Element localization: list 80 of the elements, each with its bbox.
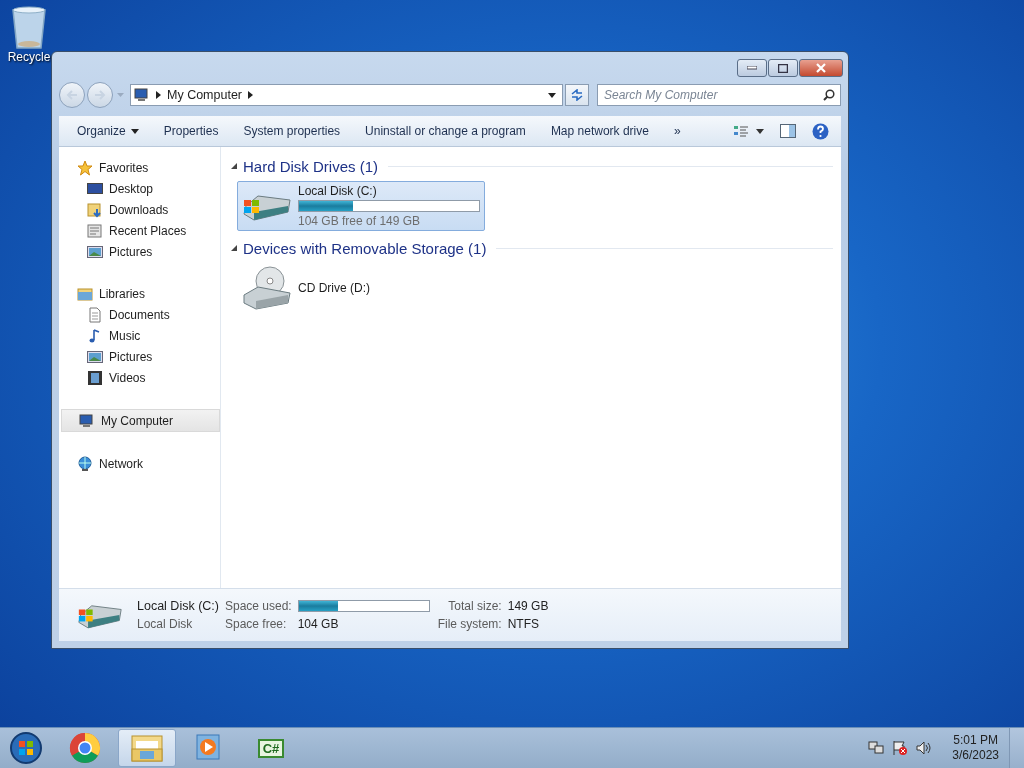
- maximize-button[interactable]: [768, 59, 798, 77]
- field-value: 149 GB: [507, 599, 549, 613]
- maximize-icon: [778, 63, 788, 73]
- toolbar-button[interactable]: Uninstall or change a program: [355, 124, 536, 138]
- close-button[interactable]: [799, 59, 843, 77]
- forward-arrow-icon: [93, 89, 107, 101]
- refresh-button[interactable]: [565, 84, 589, 106]
- search-icon: [823, 89, 835, 101]
- star-icon: [77, 159, 93, 176]
- nav-item[interactable]: Pictures: [59, 241, 220, 262]
- search-field[interactable]: Search My Computer: [597, 84, 841, 106]
- picture-icon: [87, 348, 103, 365]
- computer-icon: [79, 412, 95, 429]
- breadcrumb-arrow-icon[interactable]: [156, 91, 161, 99]
- flag-icon[interactable]: [892, 740, 909, 756]
- field-label: Space free:: [224, 617, 288, 631]
- drive-name: CD Drive (D:): [298, 281, 371, 295]
- group-header[interactable]: Hard Disk Drives (1): [243, 157, 378, 175]
- document-icon: [87, 306, 103, 323]
- film-icon: [87, 369, 103, 386]
- free-space-text: 104 GB free of 149 GB: [298, 214, 422, 228]
- field-label: Space used:: [224, 599, 292, 613]
- nav-item[interactable]: Libraries: [59, 283, 220, 304]
- dropdown-caret-icon[interactable]: [548, 92, 556, 98]
- field-label: File system:: [437, 617, 502, 631]
- drive-item[interactable]: CD Drive (D:): [237, 263, 485, 313]
- taskbar-button[interactable]: C#: [242, 729, 300, 767]
- browser-icon: [69, 732, 101, 764]
- nav-item[interactable]: Downloads: [59, 199, 220, 220]
- details-type: Local Disk: [137, 617, 194, 631]
- nav-item[interactable]: Pictures: [59, 346, 220, 367]
- nav-item[interactable]: Videos: [59, 367, 220, 388]
- refresh-icon: [570, 89, 584, 101]
- collapse-arrow-icon[interactable]: [231, 245, 237, 251]
- nav-item[interactable]: Music: [59, 325, 220, 346]
- nav-item[interactable]: Documents: [59, 304, 220, 325]
- media-player-icon: [196, 734, 222, 762]
- field-value: 104 GB: [297, 617, 340, 631]
- nav-item[interactable]: Favorites: [59, 157, 220, 178]
- drive-item[interactable]: Local Disk (C:) 104 GB free of 149 GB: [237, 181, 485, 231]
- minimize-button[interactable]: [737, 59, 767, 77]
- toolbar-button[interactable]: System properties: [233, 124, 351, 138]
- network-icon[interactable]: [868, 740, 885, 756]
- nav-item[interactable]: My Computer: [61, 409, 220, 432]
- cd-drive-icon: [242, 265, 292, 311]
- back-arrow-icon: [65, 89, 79, 101]
- address-bar[interactable]: My Computer: [130, 84, 563, 106]
- toolbar-button[interactable]: Map network drive: [540, 124, 659, 138]
- toolbar-button[interactable]: Properties: [153, 124, 229, 138]
- csharp-app-icon: C#: [257, 738, 285, 758]
- toolbar-button[interactable]: »: [663, 124, 691, 138]
- taskbar-button[interactable]: [118, 729, 176, 767]
- field-label: Total size:: [447, 599, 502, 613]
- folder-icon: [130, 733, 164, 763]
- folder-icon: [87, 201, 103, 218]
- clock-date: 3/6/2023: [952, 748, 999, 763]
- field-value: NTFS: [507, 617, 541, 631]
- desktop-icon-label[interactable]: Recycle: [7, 50, 51, 64]
- close-icon: [815, 63, 827, 73]
- folder-icon: [77, 285, 93, 302]
- clock-time: 5:01 PM: [953, 733, 998, 748]
- nav-item[interactable]: Recent Places: [59, 220, 220, 241]
- clock[interactable]: 5:01 PM 3/6/2023: [952, 733, 999, 763]
- group-header[interactable]: Devices with Removable Storage (1): [243, 239, 487, 257]
- speaker-icon[interactable]: [916, 740, 933, 756]
- nav-item[interactable]: Network: [59, 453, 220, 474]
- picture-icon: [87, 243, 103, 260]
- nav-item[interactable]: Desktop: [59, 178, 220, 199]
- computer-icon: [134, 88, 150, 102]
- recent-places-icon: [87, 222, 103, 239]
- collapse-arrow-icon[interactable]: [231, 163, 237, 169]
- recycle-bin-icon[interactable]: [9, 6, 49, 50]
- breadcrumb-arrow-icon[interactable]: [248, 91, 254, 99]
- details-name: Local Disk (C:): [137, 599, 219, 613]
- minimize-icon: [747, 66, 757, 70]
- monitor-icon: [87, 180, 103, 197]
- breadcrumb-item[interactable]: My Computer: [167, 88, 243, 102]
- drive-name: Local Disk (C:): [298, 184, 378, 198]
- globe-icon: [77, 455, 93, 472]
- toolbar-button[interactable]: Organize: [67, 124, 149, 138]
